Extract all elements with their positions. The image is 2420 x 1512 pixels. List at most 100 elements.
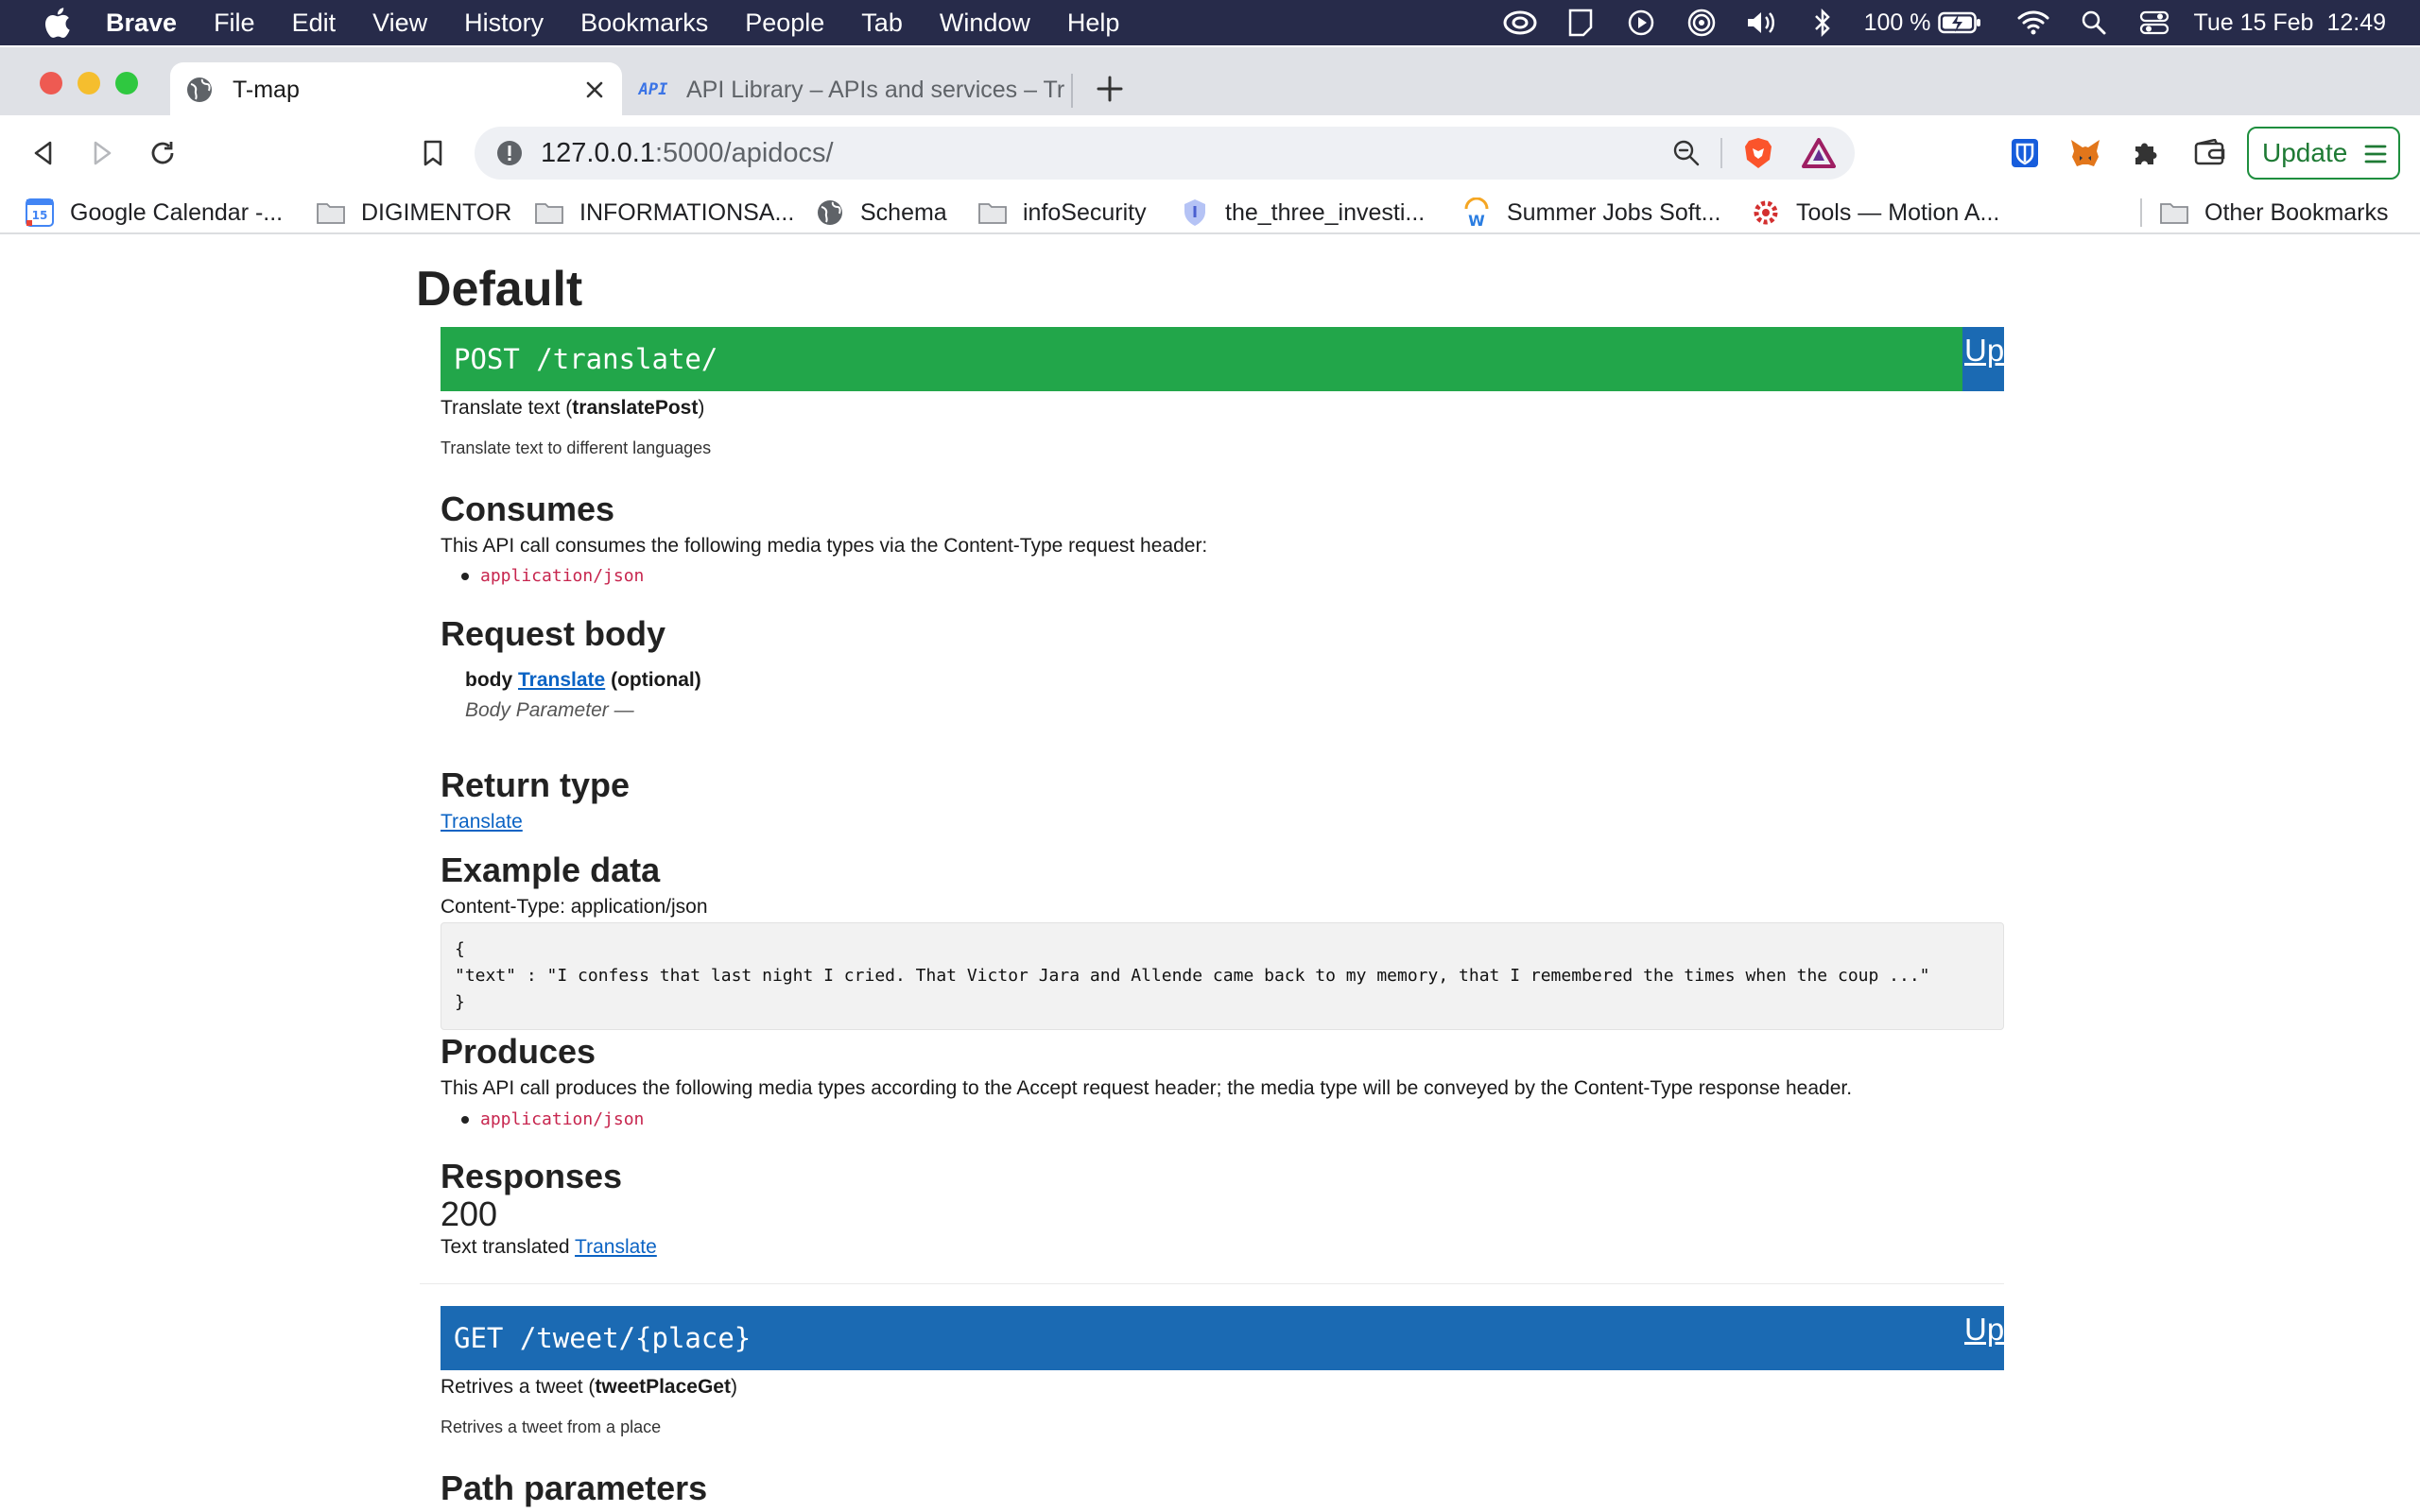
- bookmark-informationsa[interactable]: INFORMATIONSA...: [534, 197, 794, 229]
- control-center-icon[interactable]: [2135, 4, 2173, 42]
- apple-icon[interactable]: [36, 2, 78, 43]
- shield-icon: [1180, 198, 1210, 228]
- omnibox-separator: [1720, 138, 1722, 168]
- new-tab-icon[interactable]: [1093, 72, 1127, 106]
- svg-text:15: 15: [32, 209, 48, 222]
- menu-app-brave[interactable]: Brave: [106, 9, 177, 38]
- window-minimize-button[interactable]: [78, 72, 100, 94]
- endpoint-method-path: GET /tweet/{place}: [454, 1322, 752, 1354]
- endpoint-summary: Retrives a tweet (tweetPlaceGet): [441, 1376, 737, 1398]
- body-parameter: body Translate (optional): [465, 669, 701, 691]
- return-type-heading: Return type: [441, 765, 631, 804]
- bookmark-label: Summer Jobs Soft...: [1507, 198, 1721, 226]
- window-close-button[interactable]: [40, 72, 62, 94]
- menu-help[interactable]: Help: [1067, 9, 1120, 38]
- bookmark-schema[interactable]: Schema: [815, 197, 947, 229]
- menu-history[interactable]: History: [464, 9, 544, 38]
- produces-text: This API call produces the following med…: [441, 1077, 1853, 1099]
- up-link[interactable]: Up: [1962, 327, 2004, 391]
- bookmark-tools-motion[interactable]: Tools — Motion A...: [1751, 197, 1999, 229]
- example-data-heading: Example data: [441, 850, 661, 889]
- menu-people[interactable]: People: [745, 9, 824, 38]
- folder-icon: [534, 198, 564, 228]
- bluetooth-icon[interactable]: [1804, 4, 1841, 42]
- battery-icon[interactable]: [1937, 4, 1982, 42]
- hamburger-menu-icon[interactable]: [2364, 142, 2387, 172]
- bullet: [461, 1116, 469, 1124]
- window-zoom-button[interactable]: [115, 72, 138, 94]
- note-icon[interactable]: [1562, 4, 1599, 42]
- request-body-heading: Request body: [441, 614, 666, 653]
- bookmark-label: the_three_investi...: [1225, 198, 1426, 226]
- wifi-icon[interactable]: [2014, 4, 2052, 42]
- operation-id: translatePost: [572, 397, 699, 419]
- address-bar[interactable]: 127.0.0.1:5000/apidocs/: [475, 127, 1855, 180]
- consumes-heading: Consumes: [441, 490, 615, 528]
- bookmark-label: infoSecurity: [1023, 198, 1147, 226]
- menu-tab[interactable]: Tab: [861, 9, 903, 38]
- url-host: 127.0.0.1: [541, 137, 655, 168]
- consumes-text: This API call consumes the following med…: [441, 535, 1208, 557]
- folder-icon: [316, 198, 346, 228]
- return-type-link[interactable]: Translate: [441, 811, 523, 833]
- bookmark-digimentor[interactable]: DIGIMENTOR: [316, 197, 511, 229]
- bookmark-infosecurity[interactable]: infoSecurity: [977, 197, 1147, 229]
- back-icon[interactable]: [23, 132, 64, 174]
- translate-model-link[interactable]: Translate: [518, 669, 605, 691]
- brave-shields-icon[interactable]: [1741, 136, 1775, 170]
- path-parameters-heading: Path parameters: [441, 1469, 708, 1507]
- menu-window[interactable]: Window: [940, 9, 1030, 38]
- bookmark-other-bookmarks[interactable]: Other Bookmarks: [2159, 197, 2389, 229]
- produces-heading: Produces: [441, 1032, 596, 1071]
- operation-id: tweetPlaceGet: [595, 1376, 731, 1398]
- url-path: :5000/apidocs/: [654, 137, 834, 168]
- bitwarden-icon[interactable]: [2004, 132, 2046, 174]
- clock-time[interactable]: 12:49: [2326, 9, 2386, 37]
- endpoint-get-tweet-bar: GET /tweet/{place} Up: [441, 1306, 2004, 1370]
- bookmark-the-three-investi[interactable]: the_three_investi...: [1180, 197, 1425, 229]
- response-description: Text translated Translate: [441, 1236, 657, 1258]
- tab-title: API Library – APIs and services – Tr: [686, 76, 1065, 103]
- airdrop-icon[interactable]: [1683, 4, 1720, 42]
- wallet-icon[interactable]: [2189, 132, 2231, 174]
- extensions-puzzle-icon[interactable]: [2125, 132, 2167, 174]
- code-line: "text" : "I confess that last night I cr…: [455, 966, 1930, 986]
- menu-view[interactable]: View: [372, 9, 427, 38]
- update-button[interactable]: Update: [2247, 127, 2400, 180]
- menu-bookmarks[interactable]: Bookmarks: [580, 9, 708, 38]
- up-link[interactable]: Up: [1962, 1306, 2004, 1370]
- bookmark-summer-jobs[interactable]: W Summer Jobs Soft...: [1461, 197, 1720, 229]
- brave-rewards-icon[interactable]: [1800, 136, 1838, 170]
- menu-edit[interactable]: Edit: [292, 9, 337, 38]
- bookmark-label: Schema: [860, 198, 947, 226]
- example-code-block: {"text" : "I confess that last night I c…: [441, 922, 2004, 1030]
- bookmark-label: DIGIMENTOR: [361, 198, 512, 226]
- spotlight-search-icon[interactable]: [2075, 4, 2113, 42]
- close-icon[interactable]: [579, 74, 611, 106]
- tab-api-library[interactable]: API API Library – APIs and services – Tr: [624, 62, 1068, 117]
- bookmark-google-calendar[interactable]: 15 Google Calendar -...: [25, 197, 283, 229]
- menu-file[interactable]: File: [214, 9, 255, 38]
- endpoint-description: Retrives a tweet from a place: [441, 1418, 662, 1436]
- clock-date[interactable]: Tue 15 Feb: [2194, 9, 2314, 37]
- bookmark-icon[interactable]: [412, 132, 454, 174]
- calendar-icon: 15: [25, 198, 55, 228]
- endpoint-description: Translate text to different languages: [441, 438, 712, 457]
- update-label: Update: [2262, 138, 2348, 167]
- bookmark-label: Other Bookmarks: [2204, 198, 2389, 226]
- info-icon[interactable]: [493, 137, 526, 169]
- metamask-icon[interactable]: [2065, 132, 2106, 174]
- reload-icon[interactable]: [142, 132, 183, 174]
- endpoint-method-path: POST /translate/: [454, 343, 718, 375]
- creative-cloud-icon[interactable]: [1501, 4, 1539, 42]
- play-icon[interactable]: [1622, 4, 1660, 42]
- volume-icon[interactable]: [1743, 4, 1781, 42]
- zoom-out-icon[interactable]: [1669, 136, 1703, 170]
- tab-t-map[interactable]: T-map: [170, 62, 622, 117]
- bullet: [461, 573, 469, 580]
- svg-text:W: W: [1468, 212, 1485, 228]
- folder-icon: [2159, 198, 2189, 228]
- page-content: Default POST /translate/ Up Translate te…: [0, 236, 2420, 1512]
- response-model-link[interactable]: Translate: [575, 1236, 657, 1258]
- forward-icon[interactable]: [81, 132, 123, 174]
